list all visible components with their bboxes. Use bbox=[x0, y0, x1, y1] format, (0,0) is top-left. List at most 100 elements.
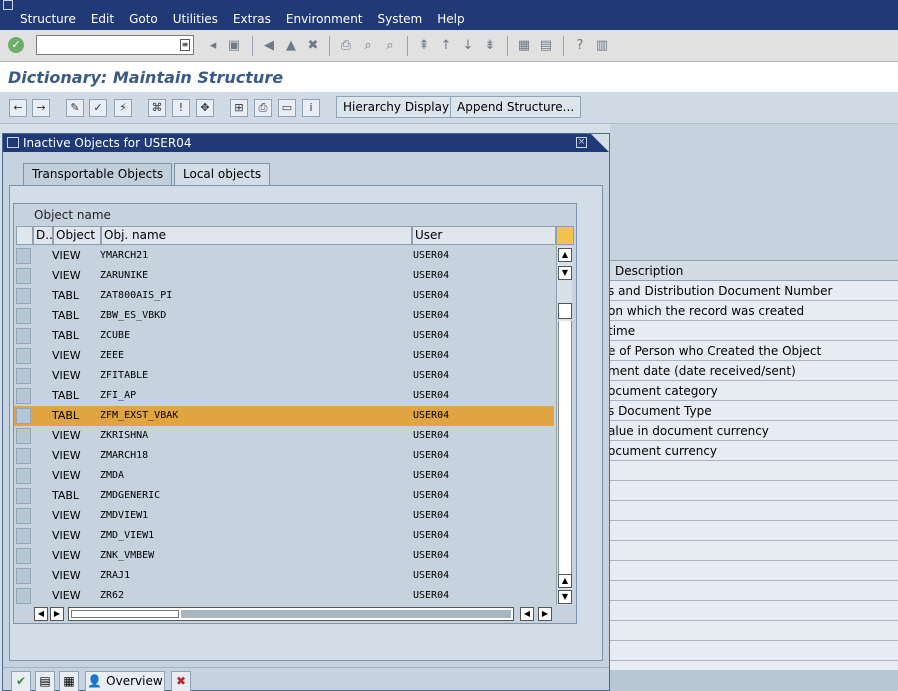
select-all-header[interactable] bbox=[16, 226, 33, 245]
object-name-cell[interactable]: ZNK_VMBEW bbox=[100, 550, 154, 561]
row-selector[interactable] bbox=[16, 428, 31, 444]
enter-icon[interactable]: ✓ bbox=[8, 37, 24, 53]
object-name-cell[interactable]: ZKRISHNA bbox=[100, 430, 148, 441]
back-arrow-icon[interactable]: ◂ bbox=[205, 38, 221, 54]
cancel-icon[interactable]: ✖ bbox=[305, 38, 321, 54]
table-row[interactable]: VIEW ZRAJ1 USER04 bbox=[14, 566, 554, 586]
row-selector[interactable] bbox=[16, 308, 31, 324]
table-row[interactable]: TABL ZCUBE USER04 bbox=[14, 326, 554, 346]
table-row[interactable]: VIEW ZFITABLE USER04 bbox=[14, 366, 554, 386]
object-name-cell[interactable]: ZFITABLE bbox=[100, 370, 148, 381]
print-structure-icon[interactable]: ⎙ bbox=[254, 99, 272, 117]
object-name-cell[interactable]: ZAT800AIS_PI bbox=[100, 290, 172, 301]
table-row[interactable]: VIEW YMARCH21 USER04 bbox=[14, 246, 554, 266]
system-menu-icon[interactable] bbox=[3, 0, 13, 10]
object-name-cell[interactable]: ZARUNIKE bbox=[100, 270, 148, 281]
help-icon[interactable]: ? bbox=[572, 38, 588, 54]
object-name-cell[interactable]: ZCUBE bbox=[100, 330, 130, 341]
table-row[interactable]: TABL ZFI_AP USER04 bbox=[14, 386, 554, 406]
tab-transportable-objects[interactable]: Transportable Objects bbox=[23, 163, 173, 185]
table-row[interactable]: VIEW ZMARCH18 USER04 bbox=[14, 446, 554, 466]
column-config-icon[interactable] bbox=[556, 226, 574, 245]
previous-page-icon[interactable]: ↑ bbox=[438, 38, 454, 54]
next-object-icon[interactable]: → bbox=[32, 99, 50, 117]
object-name-cell[interactable]: ZFM_EXST_VBAK bbox=[100, 410, 178, 421]
scroll-left-icon[interactable]: ◀ bbox=[34, 607, 48, 621]
table-row[interactable]: TABL ZMDGENERIC USER04 bbox=[14, 486, 554, 506]
menu-item-structure[interactable]: Structure bbox=[20, 12, 76, 26]
object-name-cell[interactable]: ZMARCH18 bbox=[100, 450, 148, 461]
activate-objects-icon[interactable]: ▤ bbox=[35, 671, 55, 691]
object-name-cell[interactable]: ZMDA bbox=[100, 470, 124, 481]
last-page-icon[interactable]: ⇟ bbox=[482, 38, 498, 54]
create-session-icon[interactable]: ▦ bbox=[516, 38, 532, 54]
row-selector[interactable] bbox=[16, 348, 31, 364]
save-icon[interactable]: ▣ bbox=[226, 38, 242, 54]
column-header-object[interactable]: Object bbox=[53, 226, 101, 245]
scroll-left-end-icon[interactable]: ◀ bbox=[520, 607, 534, 621]
horizontal-scrollbar[interactable]: ◀ ▶ ◀ ▶ bbox=[34, 607, 554, 621]
append-structure-button[interactable]: Append Structure... bbox=[450, 96, 582, 118]
column-header-obj-name[interactable]: Obj. name bbox=[101, 226, 412, 245]
where-used-icon[interactable]: ⌘ bbox=[148, 99, 166, 117]
cancel-icon[interactable]: ✖ bbox=[171, 671, 191, 691]
menu-item-edit[interactable]: Edit bbox=[91, 12, 114, 26]
object-name-cell[interactable]: YMARCH21 bbox=[100, 250, 148, 261]
row-selector[interactable] bbox=[16, 468, 31, 484]
find-icon[interactable]: ⌕ bbox=[360, 38, 376, 54]
table-row[interactable]: TABL ZBW_ES_VBKD USER04 bbox=[14, 306, 554, 326]
scroll-page-up-icon[interactable]: ▲ bbox=[558, 574, 572, 588]
scroll-down-icon[interactable]: ▼ bbox=[558, 266, 572, 280]
check-icon[interactable]: ✓ bbox=[89, 99, 107, 117]
menu-item-help[interactable]: Help bbox=[437, 12, 464, 26]
scroll-track[interactable] bbox=[558, 321, 572, 576]
table-row[interactable]: VIEW ZNK_VMBEW USER04 bbox=[14, 546, 554, 566]
navigation-icon[interactable]: ✥ bbox=[196, 99, 214, 117]
table-row[interactable]: VIEW ZMD_VIEW1 USER04 bbox=[14, 526, 554, 546]
first-page-icon[interactable]: ⇞ bbox=[416, 38, 432, 54]
scroll-thumb[interactable] bbox=[558, 303, 572, 319]
table-row[interactable]: TABL ZAT800AIS_PI USER04 bbox=[14, 286, 554, 306]
table-row[interactable]: VIEW ZEEE USER04 bbox=[14, 346, 554, 366]
continue-icon[interactable]: ✔ bbox=[11, 671, 31, 691]
next-page-icon[interactable]: ↓ bbox=[460, 38, 476, 54]
object-name-cell[interactable]: ZRAJ1 bbox=[100, 570, 130, 581]
command-field[interactable]: ≡ bbox=[36, 35, 194, 55]
row-selector[interactable] bbox=[16, 508, 31, 524]
table-row[interactable]: VIEW ZMDVIEW1 USER04 bbox=[14, 506, 554, 526]
object-name-cell[interactable]: ZMDVIEW1 bbox=[100, 510, 148, 521]
table-row[interactable]: VIEW ZR62 USER04 bbox=[14, 586, 554, 606]
table-row[interactable]: TABL ZFM_EXST_VBAK USER04 bbox=[14, 406, 554, 426]
back-icon[interactable]: ◀ bbox=[261, 38, 277, 54]
column-header-d[interactable]: D.. bbox=[33, 226, 53, 245]
horizontal-thumb[interactable] bbox=[71, 610, 179, 618]
scroll-page-down-icon[interactable]: ▼ bbox=[558, 590, 572, 604]
row-selector[interactable] bbox=[16, 368, 31, 384]
row-selector[interactable] bbox=[16, 328, 31, 344]
table-row[interactable]: VIEW ZMDA USER04 bbox=[14, 466, 554, 486]
row-selector[interactable] bbox=[16, 288, 31, 304]
object-name-cell[interactable]: ZR62 bbox=[100, 590, 124, 601]
table-icon[interactable]: ▭ bbox=[278, 99, 296, 117]
row-selector[interactable] bbox=[16, 248, 31, 264]
column-header-user[interactable]: User bbox=[412, 226, 556, 245]
dialog-system-icon[interactable] bbox=[7, 137, 19, 148]
info-icon[interactable]: i bbox=[302, 99, 320, 117]
print-icon[interactable]: ⎙ bbox=[338, 38, 354, 54]
find-next-icon[interactable]: ⌕ bbox=[382, 38, 398, 54]
display-objects-icon[interactable]: ▦ bbox=[59, 671, 79, 691]
exit-icon[interactable]: ▲ bbox=[283, 38, 299, 54]
object-name-cell[interactable]: ZMD_VIEW1 bbox=[100, 530, 154, 541]
overview-button[interactable]: 👤 Overview bbox=[85, 671, 165, 691]
command-input[interactable] bbox=[37, 36, 177, 54]
scroll-right-icon[interactable]: ▶ bbox=[50, 607, 64, 621]
horizontal-track[interactable] bbox=[68, 607, 514, 621]
row-selector[interactable] bbox=[16, 268, 31, 284]
row-selector[interactable] bbox=[16, 568, 31, 584]
row-selector[interactable] bbox=[16, 588, 31, 604]
row-selector[interactable] bbox=[16, 448, 31, 464]
row-selector[interactable] bbox=[16, 408, 31, 424]
menu-item-utilities[interactable]: Utilities bbox=[173, 12, 218, 26]
row-selector[interactable] bbox=[16, 528, 31, 544]
tab-local-objects[interactable]: Local objects bbox=[174, 163, 271, 186]
